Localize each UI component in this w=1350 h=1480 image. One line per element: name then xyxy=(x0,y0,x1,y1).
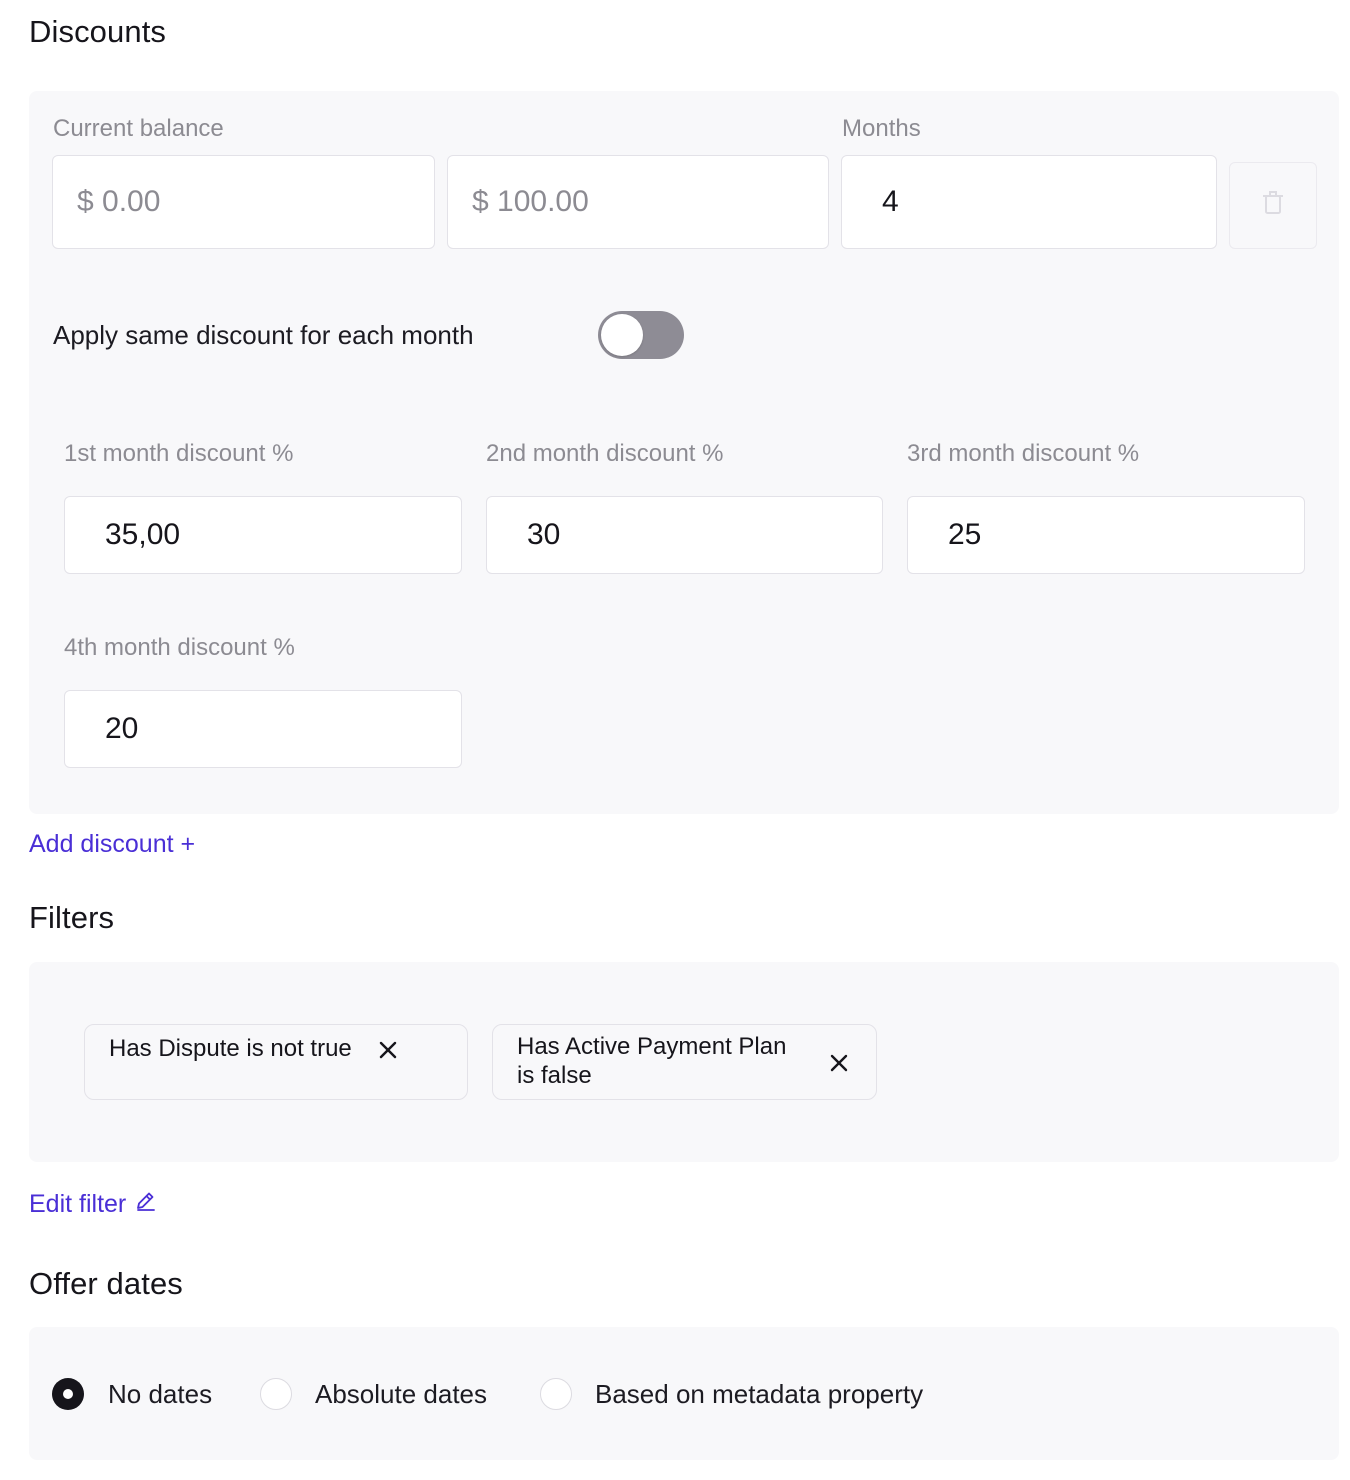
radio-no-dates-label[interactable]: No dates xyxy=(108,1379,212,1410)
filters-title: Filters xyxy=(29,900,115,935)
month-4-discount-value: 20 xyxy=(105,712,139,745)
radio-no-dates[interactable] xyxy=(52,1378,84,1410)
month-1-discount-value: 35,00 xyxy=(105,518,181,551)
month-1-discount-label: 1st month discount % xyxy=(64,440,294,467)
radio-dot xyxy=(63,1389,73,1399)
month-3-discount-value: 25 xyxy=(948,518,982,551)
edit-filter-label: Edit filter xyxy=(29,1190,127,1218)
radio-metadata-property-label[interactable]: Based on metadata property xyxy=(595,1379,923,1410)
same-discount-toggle[interactable] xyxy=(598,311,684,359)
months-input[interactable]: 4 xyxy=(841,155,1217,249)
month-2-discount-value: 30 xyxy=(527,518,561,551)
month-4-discount-label: 4th month discount % xyxy=(64,634,295,661)
month-3-discount-label: 3rd month discount % xyxy=(907,440,1140,467)
discounts-title: Discounts xyxy=(29,14,167,49)
month-2-discount-label: 2nd month discount % xyxy=(486,440,724,467)
month-2-discount-input[interactable]: 30 xyxy=(486,496,883,574)
edit-filter-link[interactable]: Edit filter xyxy=(29,1190,156,1219)
same-discount-label: Apply same discount for each month xyxy=(53,320,474,350)
offer-dates-title: Offer dates xyxy=(29,1266,183,1301)
close-icon[interactable] xyxy=(829,1053,849,1073)
balance-max-input[interactable]: $ 100.00 xyxy=(447,155,829,249)
pencil-icon xyxy=(134,1190,156,1219)
trash-icon xyxy=(1260,189,1286,222)
filter-chip-payment-plan-line2: is false xyxy=(517,1062,592,1089)
radio-absolute-dates-label[interactable]: Absolute dates xyxy=(315,1379,487,1410)
filter-chip-payment-plan-line1: Has Active Payment Plan xyxy=(517,1033,787,1060)
add-discount-label: Add discount + xyxy=(29,830,196,858)
toggle-knob xyxy=(601,314,643,356)
add-discount-link[interactable]: Add discount + xyxy=(29,830,195,859)
month-1-discount-input[interactable]: 35,00 xyxy=(64,496,462,574)
balance-min-input[interactable]: $ 0.00 xyxy=(52,155,435,249)
balance-min-value: $ 0.00 xyxy=(77,185,161,218)
months-label: Months xyxy=(842,115,921,142)
month-3-discount-input[interactable]: 25 xyxy=(907,496,1305,574)
current-balance-label: Current balance xyxy=(53,115,224,142)
filter-chip-dispute-text: Has Dispute is not true xyxy=(109,1035,352,1062)
month-4-discount-input[interactable]: 20 xyxy=(64,690,462,768)
radio-metadata-property[interactable] xyxy=(540,1378,572,1410)
balance-max-value: $ 100.00 xyxy=(472,185,589,218)
radio-absolute-dates[interactable] xyxy=(260,1378,292,1410)
months-value: 4 xyxy=(882,185,899,218)
close-icon[interactable] xyxy=(378,1040,398,1060)
delete-range-button[interactable] xyxy=(1229,162,1317,249)
